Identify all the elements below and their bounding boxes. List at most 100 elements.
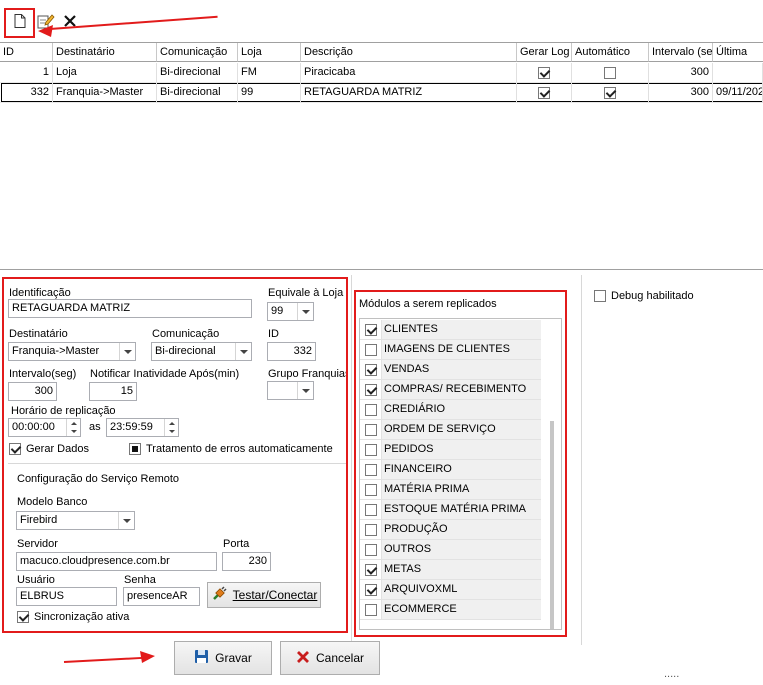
tratamento-erros-checkbox[interactable]	[129, 443, 141, 455]
col-header-intervalo[interactable]: Intervalo (se	[649, 43, 713, 62]
module-checkbox-cell[interactable]	[360, 520, 381, 539]
senha-input[interactable]: presenceAR	[123, 587, 200, 606]
list-item[interactable]: PEDIDOS	[360, 440, 541, 460]
module-checkbox[interactable]	[364, 363, 377, 376]
replication-grid[interactable]: ID Destinatário Comunicação Loja Descriç…	[0, 42, 763, 270]
table-row-cell-id[interactable]: 1	[0, 63, 53, 83]
tratamento-erros-option[interactable]: Tratamento de erros automaticamente	[129, 443, 333, 455]
module-checkbox[interactable]	[364, 523, 377, 536]
col-header-loja[interactable]: Loja	[238, 43, 301, 62]
list-item[interactable]: VENDAS	[360, 360, 541, 380]
col-header-comunicacao[interactable]: Comunicação	[157, 43, 238, 62]
horario-fim-spinner[interactable]	[164, 419, 178, 436]
table-row-cell-loja[interactable]: 99	[238, 83, 301, 103]
table-row-cell-intervalo[interactable]: 300	[649, 63, 713, 83]
id-input[interactable]: 332	[267, 342, 316, 361]
list-item[interactable]: METAS	[360, 560, 541, 580]
list-item[interactable]: MATÉRIA PRIMA	[360, 480, 541, 500]
horario-inicio-spinner[interactable]	[66, 419, 80, 436]
table-row-cell-destinatario[interactable]: Franquia->Master	[53, 83, 157, 103]
module-checkbox[interactable]	[364, 323, 377, 336]
module-checkbox-cell[interactable]	[360, 440, 381, 459]
list-item[interactable]: CREDIÁRIO	[360, 400, 541, 420]
spin-down-icon[interactable]	[67, 428, 80, 437]
list-item[interactable]: ECOMMERCE	[360, 600, 541, 620]
debug-checkbox[interactable]	[594, 290, 606, 302]
table-row-cell-automatico[interactable]	[572, 63, 649, 83]
equivale-loja-select[interactable]: 99	[267, 302, 314, 321]
table-row-cell-id[interactable]: 332	[0, 83, 53, 103]
grupo-franquias-select[interactable]	[267, 381, 314, 400]
porta-input[interactable]: 230	[222, 552, 271, 571]
module-checkbox[interactable]	[364, 463, 377, 476]
table-row-cell-descricao[interactable]: RETAGUARDA MATRIZ	[301, 83, 517, 103]
table-row-cell-ultima[interactable]	[713, 63, 763, 83]
chevron-down-icon[interactable]	[297, 382, 313, 399]
usuario-input[interactable]: ELBRUS	[16, 587, 117, 606]
module-checkbox[interactable]	[364, 443, 377, 456]
automatico-checkbox[interactable]	[604, 66, 616, 79]
list-item[interactable]: COMPRAS/ RECEBIMENTO	[360, 380, 541, 400]
table-row-cell-ultima[interactable]: 09/11/202	[713, 83, 763, 103]
automatico-checkbox[interactable]	[604, 86, 616, 99]
modules-list[interactable]: CLIENTES IMAGENS DE CLIENTES VENDAS COMPRAS…	[359, 318, 562, 630]
table-row-cell-descricao[interactable]: Piracicaba	[301, 63, 517, 83]
module-checkbox-cell[interactable]	[360, 560, 381, 579]
list-item[interactable]: ESTOQUE MATÉRIA PRIMA	[360, 500, 541, 520]
horario-fim-input[interactable]: 23:59:59	[106, 418, 179, 437]
list-item[interactable]: PRODUÇÃO	[360, 520, 541, 540]
module-checkbox-cell[interactable]	[360, 420, 381, 439]
module-checkbox[interactable]	[364, 543, 377, 556]
module-checkbox[interactable]	[364, 563, 377, 576]
spin-up-icon[interactable]	[67, 419, 80, 428]
servidor-input[interactable]: macuco.cloudpresence.com.br	[16, 552, 217, 571]
table-row-cell-destinatario[interactable]: Loja	[53, 63, 157, 83]
chevron-down-icon[interactable]	[297, 303, 313, 320]
testar-conectar-button[interactable]: Testar/Conectar	[207, 582, 321, 608]
gerar-log-checkbox[interactable]	[538, 66, 550, 79]
spin-down-icon[interactable]	[165, 428, 178, 437]
table-row-cell-gerar-log[interactable]	[517, 63, 572, 83]
module-checkbox-cell[interactable]	[360, 460, 381, 479]
module-checkbox-cell[interactable]	[360, 400, 381, 419]
chevron-down-icon[interactable]	[235, 343, 251, 360]
col-header-ultima[interactable]: Última	[713, 43, 763, 62]
module-checkbox-cell[interactable]	[360, 480, 381, 499]
gravar-button[interactable]: Gravar	[174, 641, 272, 675]
col-header-destinatario[interactable]: Destinatário	[53, 43, 157, 62]
list-item[interactable]: ORDEM DE SERVIÇO	[360, 420, 541, 440]
sincronizacao-option[interactable]: Sincronização ativa	[17, 611, 129, 623]
identificacao-input[interactable]: RETAGUARDA MATRIZ	[8, 299, 252, 318]
module-checkbox-cell[interactable]	[360, 340, 381, 359]
list-item[interactable]: IMAGENS DE CLIENTES	[360, 340, 541, 360]
module-checkbox[interactable]	[364, 403, 377, 416]
module-checkbox[interactable]	[364, 583, 377, 596]
table-row-cell-gerar-log[interactable]	[517, 83, 572, 103]
module-checkbox-cell[interactable]	[360, 360, 381, 379]
table-row-cell-comunicacao[interactable]: Bi-direcional	[157, 83, 238, 103]
module-checkbox[interactable]	[364, 503, 377, 516]
col-header-gerar-log[interactable]: Gerar Log	[517, 43, 572, 62]
notificar-input[interactable]: 15	[89, 382, 137, 401]
module-checkbox-cell[interactable]	[360, 320, 381, 339]
destinatario-select[interactable]: Franquia->Master	[8, 342, 136, 361]
col-header-descricao[interactable]: Descrição	[301, 43, 517, 62]
col-header-automatico[interactable]: Automático	[572, 43, 649, 62]
col-header-id[interactable]: ID	[0, 43, 53, 62]
table-row-cell-intervalo[interactable]: 300	[649, 83, 713, 103]
horario-inicio-input[interactable]: 00:00:00	[8, 418, 81, 437]
list-item[interactable]: OUTROS	[360, 540, 541, 560]
chevron-down-icon[interactable]	[118, 512, 134, 529]
list-item[interactable]: FINANCEIRO	[360, 460, 541, 480]
sincronizacao-checkbox[interactable]	[17, 611, 29, 623]
module-checkbox-cell[interactable]	[360, 500, 381, 519]
list-item[interactable]: ARQUIVOXML	[360, 580, 541, 600]
chevron-down-icon[interactable]	[119, 343, 135, 360]
modules-scrollbar[interactable]	[550, 421, 554, 629]
spin-up-icon[interactable]	[165, 419, 178, 428]
list-item[interactable]: CLIENTES	[360, 320, 541, 340]
module-checkbox[interactable]	[364, 423, 377, 436]
comunicacao-select[interactable]: Bi-direcional	[151, 342, 252, 361]
gerar-dados-checkbox[interactable]	[9, 443, 21, 455]
gerar-log-checkbox[interactable]	[538, 86, 550, 99]
